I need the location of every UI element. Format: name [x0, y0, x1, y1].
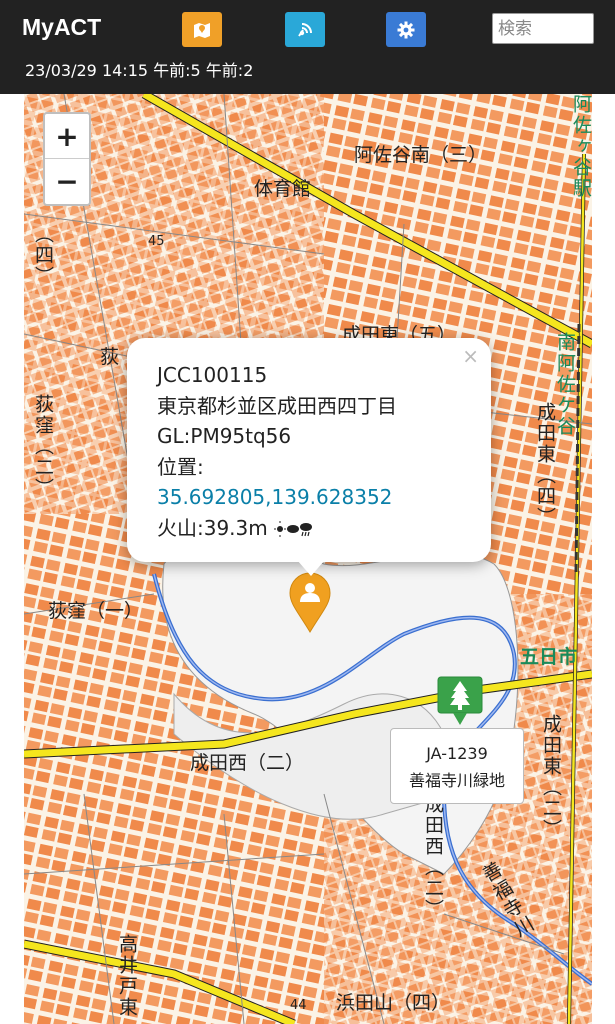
park-marker[interactable] — [437, 676, 483, 726]
map-label-hamadayama: 浜田山（四） — [336, 992, 451, 1014]
map-label-ogi: 荻 — [100, 346, 120, 368]
park-name: 善福寺川緑地 — [408, 771, 505, 790]
status-line: 23/03/29 14:15 午前:5 午前:2 — [25, 61, 254, 80]
map-label-takaido-higashi: 高井戸東 — [116, 934, 138, 1018]
popup-tip — [297, 560, 325, 576]
map-button[interactable] — [182, 12, 222, 47]
zoom-control: + − — [43, 112, 91, 206]
popup-grid: GL:PM95tq56 — [157, 424, 292, 448]
map-label-itsukaichi: 五日市 — [520, 646, 578, 668]
popup-close-button[interactable]: × — [462, 344, 479, 368]
park-ref: JA-1239 — [426, 744, 488, 763]
location-popup: × JCC100115 東京都杉並区成田西四丁目 GL:PM95tq56 位置:… — [127, 338, 491, 576]
popup-elevation-row: 火山:39.3m — [157, 513, 461, 544]
app-title[interactable]: MyACT — [22, 14, 101, 41]
map-label-elevation-45: 45 — [148, 234, 165, 249]
popup-address: 東京都杉並区成田西四丁目 — [157, 393, 397, 418]
map-label-ogikubo-1: 荻窪（一） — [48, 600, 144, 622]
map-label-narita-nishi-2: 成田西（二） — [190, 752, 305, 774]
map-label-narita-nishi-right: 成田西（二） — [422, 794, 444, 920]
park-label[interactable]: JA-1239 善福寺川緑地 — [390, 728, 524, 804]
radio-button[interactable] — [285, 12, 325, 47]
settings-button[interactable] — [386, 12, 426, 47]
map-label-elevation-44: 44 — [290, 998, 307, 1013]
zoom-in-button[interactable]: + — [45, 114, 89, 159]
zoom-out-button[interactable]: − — [45, 159, 89, 204]
sun-cloud-rain-icon — [274, 521, 313, 537]
map-label-asagaya-eki: 阿佐ヶ谷駅 — [570, 94, 592, 199]
gear-icon — [397, 21, 415, 38]
map-label-asagaya-minami: 阿佐谷南（三） — [354, 144, 488, 166]
map-label-yon: （四） — [32, 224, 54, 287]
popup-position-label: 位置: — [157, 454, 204, 479]
map-icon — [194, 22, 210, 38]
radio-signal-icon — [298, 22, 312, 37]
top-navbar: MyACT 検索 23/03/29 14:15 午前:5 午前:2 — [0, 0, 615, 94]
popup-coordinates-link[interactable]: 35.692805,139.628352 — [157, 482, 461, 513]
map-label-narita-higashi-4: 成田東（四） — [534, 402, 556, 528]
map-label-ogikubo-2: 荻窪（二） — [32, 394, 54, 499]
popup-elevation: 火山:39.3m — [157, 515, 268, 540]
search-input[interactable] — [492, 13, 594, 44]
map-label-narita-higashi-2: 成田東（二） — [540, 714, 562, 840]
map-label-taiikukan: 体育館 — [254, 178, 312, 200]
popup-call: JCC100115 — [157, 363, 268, 387]
user-location-marker[interactable] — [288, 572, 332, 634]
